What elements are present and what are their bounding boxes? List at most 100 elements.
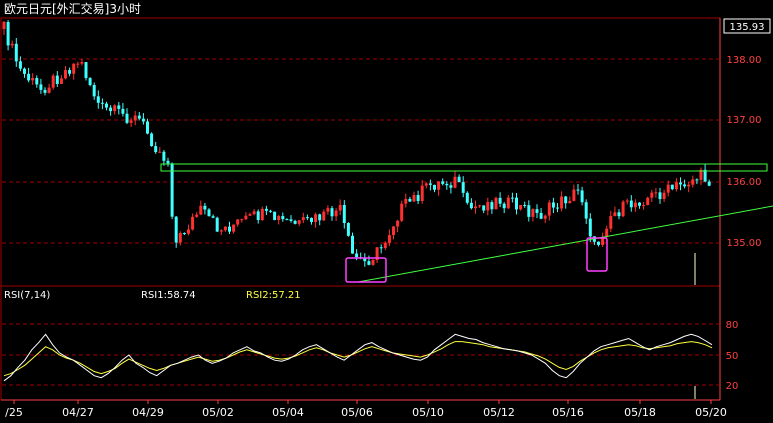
candle-body [252, 211, 256, 215]
x-tick-label: 05/18 [624, 406, 656, 419]
x-tick-label: 04/29 [132, 406, 164, 419]
candle-body [43, 89, 47, 93]
candle-body [441, 181, 445, 184]
candle-body [195, 214, 199, 217]
candle-body [133, 115, 137, 121]
candle-body [281, 216, 285, 220]
candle-body [707, 181, 711, 186]
candle-body [474, 206, 477, 209]
candle-body [679, 182, 682, 185]
candle-body [187, 229, 190, 234]
rsi2-series-line [3, 341, 713, 377]
candle-body [490, 202, 494, 210]
candle-body [39, 84, 43, 90]
rsi1-label: RSI1:58.74 [141, 290, 196, 301]
candle-body [80, 62, 84, 64]
x-tick-label: 05/10 [412, 406, 444, 419]
price-gridlines [2, 58, 719, 244]
x-tick-label: 05/04 [272, 406, 304, 419]
candle-body [638, 202, 641, 206]
candle-body [420, 185, 424, 201]
candle-body [703, 169, 707, 182]
forex-chart: 欧元日元[外汇交易]3小时 135.93 138.00 137.00 136.0… [0, 1, 773, 419]
candle-body [10, 43, 14, 46]
candle-body [31, 78, 35, 81]
candle-body [572, 189, 576, 201]
x-axis-ticks: /25 04/27 04/29 05/02 05/04 05/06 05/10 05/12 05… [5, 400, 727, 419]
candle-body [64, 70, 67, 79]
rsi-tick-label: 80 [726, 320, 739, 331]
x-tick-label: 05/12 [483, 406, 515, 419]
candle-body [14, 43, 18, 62]
candle-body [547, 202, 551, 216]
candle-body [654, 192, 658, 194]
candle-body [662, 192, 666, 200]
candle-body [256, 211, 260, 221]
candle-body [166, 160, 170, 164]
current-price-label: 135.93 [730, 22, 765, 33]
candle-body [695, 179, 699, 181]
rsi2-label: RSI2:57.21 [246, 290, 301, 301]
candle-body [469, 202, 473, 209]
candle-body [47, 87, 51, 93]
candle-body [629, 200, 633, 208]
candle-body [338, 205, 342, 211]
candle-body [146, 121, 149, 134]
candle-body [539, 212, 543, 219]
candle-body [2, 22, 6, 29]
candle-body [297, 220, 301, 224]
candle-body [301, 217, 305, 221]
candle-body [334, 210, 338, 217]
candle-body [519, 205, 523, 210]
x-tick-label: 05/20 [695, 406, 727, 419]
candle-body [6, 22, 10, 46]
candle-body [523, 205, 527, 207]
candle-body [613, 212, 617, 217]
candle-body [416, 195, 420, 201]
price-tick-label: 137.00 [727, 115, 762, 126]
candle-body [355, 253, 359, 258]
candle-body [465, 192, 469, 203]
candle-body [121, 108, 125, 114]
candle-body [371, 260, 375, 265]
candle-body [219, 230, 223, 232]
x-tick-label: 05/02 [202, 406, 234, 419]
candle-body [92, 85, 96, 97]
x-tick-label: /25 [5, 406, 23, 419]
rsi1-series-line [3, 333, 713, 382]
candle-body [207, 209, 211, 217]
candle-body [535, 209, 539, 213]
candle-body [199, 205, 203, 215]
candle-body [289, 219, 293, 221]
candle-body [154, 146, 158, 153]
candle-body [269, 210, 272, 212]
candle-body [576, 189, 580, 191]
candle-body [141, 118, 145, 122]
candle-body [650, 192, 654, 198]
candle-body [68, 70, 72, 74]
candle-body [564, 196, 568, 204]
candle-body [346, 223, 350, 236]
candle-body [264, 208, 268, 211]
support-trendline [357, 205, 773, 283]
candle-body [203, 205, 207, 210]
rsi-tick-label: 20 [726, 381, 739, 392]
candle-body [342, 205, 346, 224]
candle-body [109, 107, 113, 112]
candle-body [88, 78, 92, 86]
candle-body [182, 233, 186, 235]
candle-body [646, 197, 650, 206]
candle-body [322, 211, 326, 221]
candle-body [658, 192, 662, 200]
candle-body [59, 78, 63, 84]
rsi-label: RSI(7,14) [4, 290, 50, 301]
candle-body [72, 63, 76, 74]
candle-body [580, 190, 584, 203]
candle-body [351, 235, 354, 254]
candle-body [84, 62, 88, 79]
candle-body [96, 96, 100, 103]
candle-body [642, 205, 646, 207]
candle-body [55, 75, 59, 84]
candle-body [260, 208, 264, 221]
candle-body [244, 215, 248, 220]
